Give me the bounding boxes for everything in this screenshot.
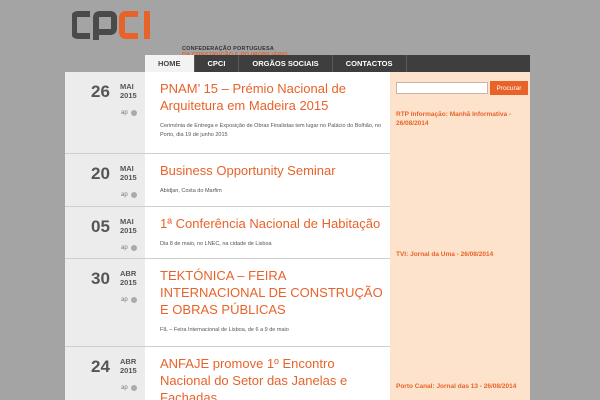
post-year: 2015 [120,91,137,100]
nav-item-contactos[interactable]: CONTACTOS [333,55,407,72]
post-author[interactable]: ap [121,297,137,303]
nav-item-home[interactable]: HOME [145,55,195,72]
post-author[interactable]: ap [121,385,137,391]
user-icon [130,110,137,116]
post-title[interactable]: PNAM’ 15 – Prémio Nacional de Arquitetur… [160,80,385,114]
post-month: ABR [120,269,137,278]
post-author[interactable]: ap [121,110,137,116]
search-input[interactable] [396,82,488,94]
nav-item-orgaos-sociais[interactable]: ORGÃOS SOCIAIS [239,55,333,72]
cpci-logo-mark [72,11,150,40]
sidebar-link-rtp[interactable]: RTP Informação: Manhã Informativa - 26/0… [396,110,524,128]
post-subtitle: Cerimónia de Entrega e Exposição de Obra… [160,123,382,138]
post-year: 2015 [120,366,137,375]
post-subtitle: FIL – Feira Internacional de Lisboa, de … [160,327,289,333]
user-icon [130,385,137,391]
post-date: 20 MAI 2015 ap [65,154,145,206]
author-name: ap [121,110,128,116]
post-subtitle: Abidjan, Costa do Marfim [160,188,222,194]
post-month-year: ABR 2015 [120,357,137,375]
post-date: 24 ABR 2015 ap [65,347,145,400]
post-item: 30 ABR 2015 ap TEKTÓNICA – FEIRA INTERNAC… [65,259,390,347]
post-day: 30 [91,269,110,288]
post-month: ABR [120,357,137,366]
post-month: MAI [120,82,134,91]
author-name: ap [121,245,128,251]
post-item: 20 MAI 2015 ap Business Opportunity Semin… [65,154,390,207]
author-name: ap [121,192,128,198]
post-year: 2015 [120,226,137,235]
post-subtitle: Dia 8 de maio, no LNEC, na cidade de Lis… [160,241,272,247]
post-item: 26 MAI 2015 ap PNAM’ 15 – Prémio Nacional… [65,72,390,154]
user-icon [130,297,137,303]
user-icon [130,245,137,251]
post-item: 05 MAI 2015 ap 1ª Conferência Nacional de… [65,207,390,259]
post-month: MAI [120,164,134,173]
site-logo[interactable]: CONFEDERAÇÃO PORTUGUESA DA CONSTRUÇÃO E … [72,10,288,58]
post-day: 20 [91,164,110,183]
post-day: 05 [91,217,110,236]
post-day: 24 [91,357,110,376]
main-nav: HOME CPCI ORGÃOS SOCIAIS CONTACTOS [145,55,530,72]
post-day: 26 [91,82,110,101]
post-month: MAI [120,217,134,226]
post-list: 26 MAI 2015 ap PNAM’ 15 – Prémio Nacional… [65,72,390,400]
post-author[interactable]: ap [121,192,137,198]
user-icon [130,192,137,198]
post-title[interactable]: ANFAJE promove 1º Encontro Nacional do S… [160,355,385,400]
author-name: ap [121,297,128,303]
post-title[interactable]: TEKTÓNICA – FEIRA INTERNACIONAL DE CONST… [160,267,385,318]
post-item: 24 ABR 2015 ap ANFAJE promove 1º Encontro… [65,347,390,400]
post-date: 26 MAI 2015 ap [65,72,145,153]
post-title[interactable]: 1ª Conferência Nacional de Habitação [160,215,385,232]
sidebar-link-porto-canal[interactable]: Porto Canal: Jornal das 13 - 26/08/2014 [396,382,524,391]
post-month-year: MAI 2015 [120,217,137,235]
post-year: 2015 [120,278,137,287]
post-date: 05 MAI 2015 ap [65,207,145,258]
nav-item-cpci[interactable]: CPCI [195,55,240,72]
post-title[interactable]: Business Opportunity Seminar [160,162,385,179]
sidebar: Procurar RTP Informação: Manhã Informati… [390,72,530,400]
post-date: 30 ABR 2015 ap [65,259,145,346]
sidebar-link-tvi[interactable]: TVI: Jornal da Uma - 26/08/2014 [396,250,524,259]
post-month-year: MAI 2015 [120,164,137,182]
post-year: 2015 [120,173,137,182]
search-button[interactable]: Procurar [490,81,528,95]
post-month-year: MAI 2015 [120,82,137,100]
post-author[interactable]: ap [121,245,137,251]
post-month-year: ABR 2015 [120,269,137,287]
author-name: ap [121,385,128,391]
